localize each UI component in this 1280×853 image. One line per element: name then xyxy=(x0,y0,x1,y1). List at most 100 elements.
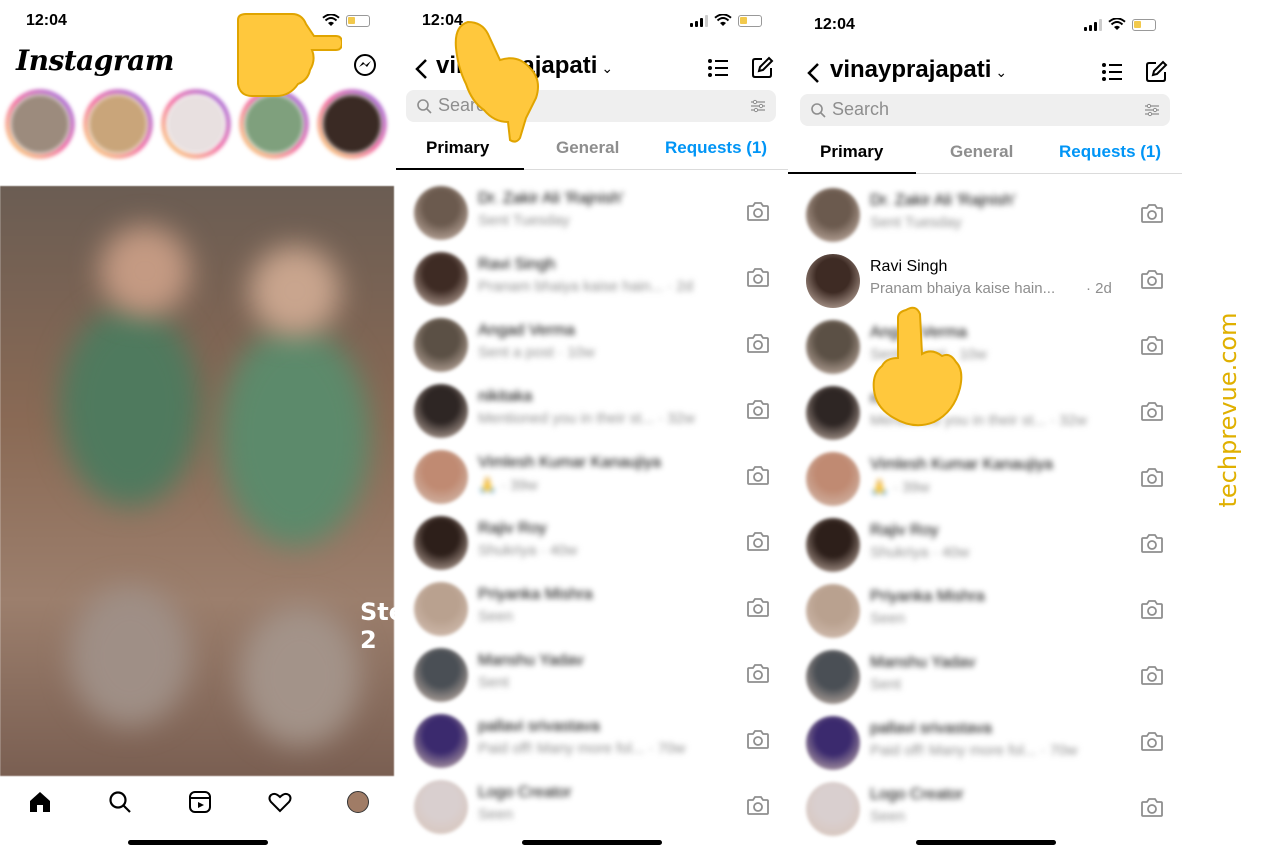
camera-icon[interactable] xyxy=(746,794,770,816)
camera-icon[interactable] xyxy=(1140,334,1164,356)
camera-icon[interactable] xyxy=(746,200,770,222)
chat-row[interactable]: Ravi Singh Pranam bhaiya kaise hain... · 2… xyxy=(788,248,1182,314)
camera-icon[interactable] xyxy=(1140,202,1164,224)
tab-requests[interactable]: Requests (1) xyxy=(665,138,767,158)
account-name: vinayprajapati xyxy=(830,56,992,83)
tab-primary[interactable]: Primary xyxy=(820,142,883,162)
filter-icon[interactable] xyxy=(750,98,766,114)
chat-row[interactable]: pallavi srivastava Paid off! Many more fo… xyxy=(396,708,788,774)
avatar xyxy=(414,648,468,702)
reels-icon[interactable] xyxy=(187,789,213,815)
camera-icon[interactable] xyxy=(746,266,770,288)
back-icon[interactable] xyxy=(414,58,428,80)
camera-icon[interactable] xyxy=(1140,268,1164,290)
camera-icon[interactable] xyxy=(746,332,770,354)
chat-row[interactable]: Rajiv Roy Shukriya · 40w xyxy=(788,512,1182,578)
camera-icon[interactable] xyxy=(746,596,770,618)
chat-name: pallavi srivastava xyxy=(870,720,992,737)
chat-row[interactable]: Logo Creator Seen xyxy=(788,776,1182,842)
status-bar: 12:04 xyxy=(788,14,1182,38)
watermark-text: techprevue.com xyxy=(1214,312,1242,508)
story-avatar[interactable] xyxy=(84,90,152,158)
camera-icon[interactable] xyxy=(1140,532,1164,554)
chat-row[interactable]: Vimlesh Kumar Kanaujiya 🙏 · 39w xyxy=(788,446,1182,512)
camera-icon[interactable] xyxy=(746,662,770,684)
chat-row[interactable]: Priyanka Mishra Seen xyxy=(788,578,1182,644)
chat-row[interactable]: Priyanka Mishra Seen xyxy=(396,576,788,642)
camera-icon[interactable] xyxy=(1140,730,1164,752)
chat-row[interactable]: Dr. Zakir Ali 'Rajnish' Sent Tuesday xyxy=(396,180,788,246)
camera-icon[interactable] xyxy=(1140,796,1164,818)
filter-icon[interactable] xyxy=(1144,102,1160,118)
avatar xyxy=(806,386,860,440)
camera-icon[interactable] xyxy=(746,398,770,420)
direct-messages-screen: 12:04 vinayprajapati⌄ Search Primary Gen… xyxy=(788,0,1182,853)
camera-icon[interactable] xyxy=(1140,598,1164,620)
list-icon[interactable] xyxy=(706,56,730,80)
camera-icon[interactable] xyxy=(1140,400,1164,422)
chat-row[interactable]: Manshu Yadav Sent xyxy=(788,644,1182,710)
chat-preview: 🙏 · 39w xyxy=(478,477,538,494)
tab-requests[interactable]: Requests (1) xyxy=(1059,142,1161,162)
camera-icon[interactable] xyxy=(746,530,770,552)
signal-icon xyxy=(690,14,708,27)
tab-general[interactable]: General xyxy=(556,138,619,158)
search-icon xyxy=(417,99,432,114)
chat-preview: Sent Tuesday xyxy=(870,214,962,231)
camera-icon[interactable] xyxy=(1140,466,1164,488)
chat-preview: Sent xyxy=(870,676,901,693)
account-title[interactable]: vinayprajapati⌄ xyxy=(830,56,1007,84)
chevron-down-icon: ⌄ xyxy=(601,60,614,76)
instagram-logo: Instagram xyxy=(16,44,174,77)
profile-avatar[interactable] xyxy=(347,791,369,813)
chat-row[interactable]: Manshu Yadav Sent xyxy=(396,642,788,708)
avatar xyxy=(414,318,468,372)
camera-icon[interactable] xyxy=(1140,664,1164,686)
heart-icon[interactable] xyxy=(267,789,293,815)
camera-icon[interactable] xyxy=(746,728,770,750)
chat-row[interactable]: nikitakaMentioned you in their st... · 3… xyxy=(788,380,1182,446)
home-indicator xyxy=(522,840,662,845)
chat-timestamp: · 2d xyxy=(1086,280,1112,297)
story-avatar[interactable] xyxy=(162,90,230,158)
search-icon[interactable] xyxy=(107,789,133,815)
home-icon[interactable] xyxy=(27,789,53,815)
camera-icon[interactable] xyxy=(746,464,770,486)
chat-name: Dr. Zakir Ali 'Rajnish' xyxy=(478,190,624,207)
chat-name: Ravi Singh xyxy=(870,258,948,275)
chat-preview: Shukriya · 40w xyxy=(478,542,578,559)
blurred-feed-post xyxy=(0,186,394,776)
avatar xyxy=(414,516,468,570)
messenger-icon[interactable] xyxy=(352,52,378,78)
chat-row[interactable]: nikitakaMentioned you in their st... · 3… xyxy=(396,378,788,444)
chat-row[interactable]: Logo Creator Seen xyxy=(396,774,788,840)
chat-preview: Sent a post · 10w xyxy=(478,344,595,361)
chat-name: Rajiv Roy xyxy=(478,520,547,537)
story-avatar[interactable] xyxy=(6,90,74,158)
chat-row[interactable]: Angad VermaSent a post · 10w xyxy=(788,314,1182,380)
chat-preview: Seen xyxy=(870,808,906,825)
status-time: 12:04 xyxy=(26,12,67,29)
compose-icon[interactable] xyxy=(1144,60,1168,84)
compose-icon[interactable] xyxy=(750,56,774,80)
back-icon[interactable] xyxy=(806,62,820,84)
active-tab-indicator xyxy=(788,172,916,174)
chat-row[interactable]: Vimlesh Kumar Kanaujiya 🙏 · 39w xyxy=(396,444,788,510)
chevron-down-icon: ⌄ xyxy=(995,64,1008,80)
home-indicator xyxy=(128,840,268,845)
chat-preview: Seen xyxy=(478,608,514,625)
list-icon[interactable] xyxy=(1100,60,1124,84)
instagram-feed-screen: 12:04 Instagram Ste 2 xyxy=(0,0,396,853)
battery-icon xyxy=(346,14,370,27)
chat-preview: Pranam bhaiya kaise hain... xyxy=(870,280,1056,297)
step-label: Ste 2 xyxy=(360,598,396,654)
home-indicator xyxy=(916,840,1056,845)
pointing-hand-icon xyxy=(237,13,342,97)
search-input[interactable]: Search xyxy=(800,94,1170,126)
chat-row[interactable]: Dr. Zakir Ali 'Rajnish' Sent Tuesday xyxy=(788,182,1182,248)
chat-row[interactable]: Rajiv Roy Shukriya · 40w xyxy=(396,510,788,576)
tab-general[interactable]: General xyxy=(950,142,1013,162)
chat-row[interactable]: Ravi Singh Pranam bhaiya kaise hain... · … xyxy=(396,246,788,312)
chat-row[interactable]: pallavi srivastava Paid off! Many more fo… xyxy=(788,710,1182,776)
chat-row[interactable]: Angad VermaSent a post · 10w xyxy=(396,312,788,378)
